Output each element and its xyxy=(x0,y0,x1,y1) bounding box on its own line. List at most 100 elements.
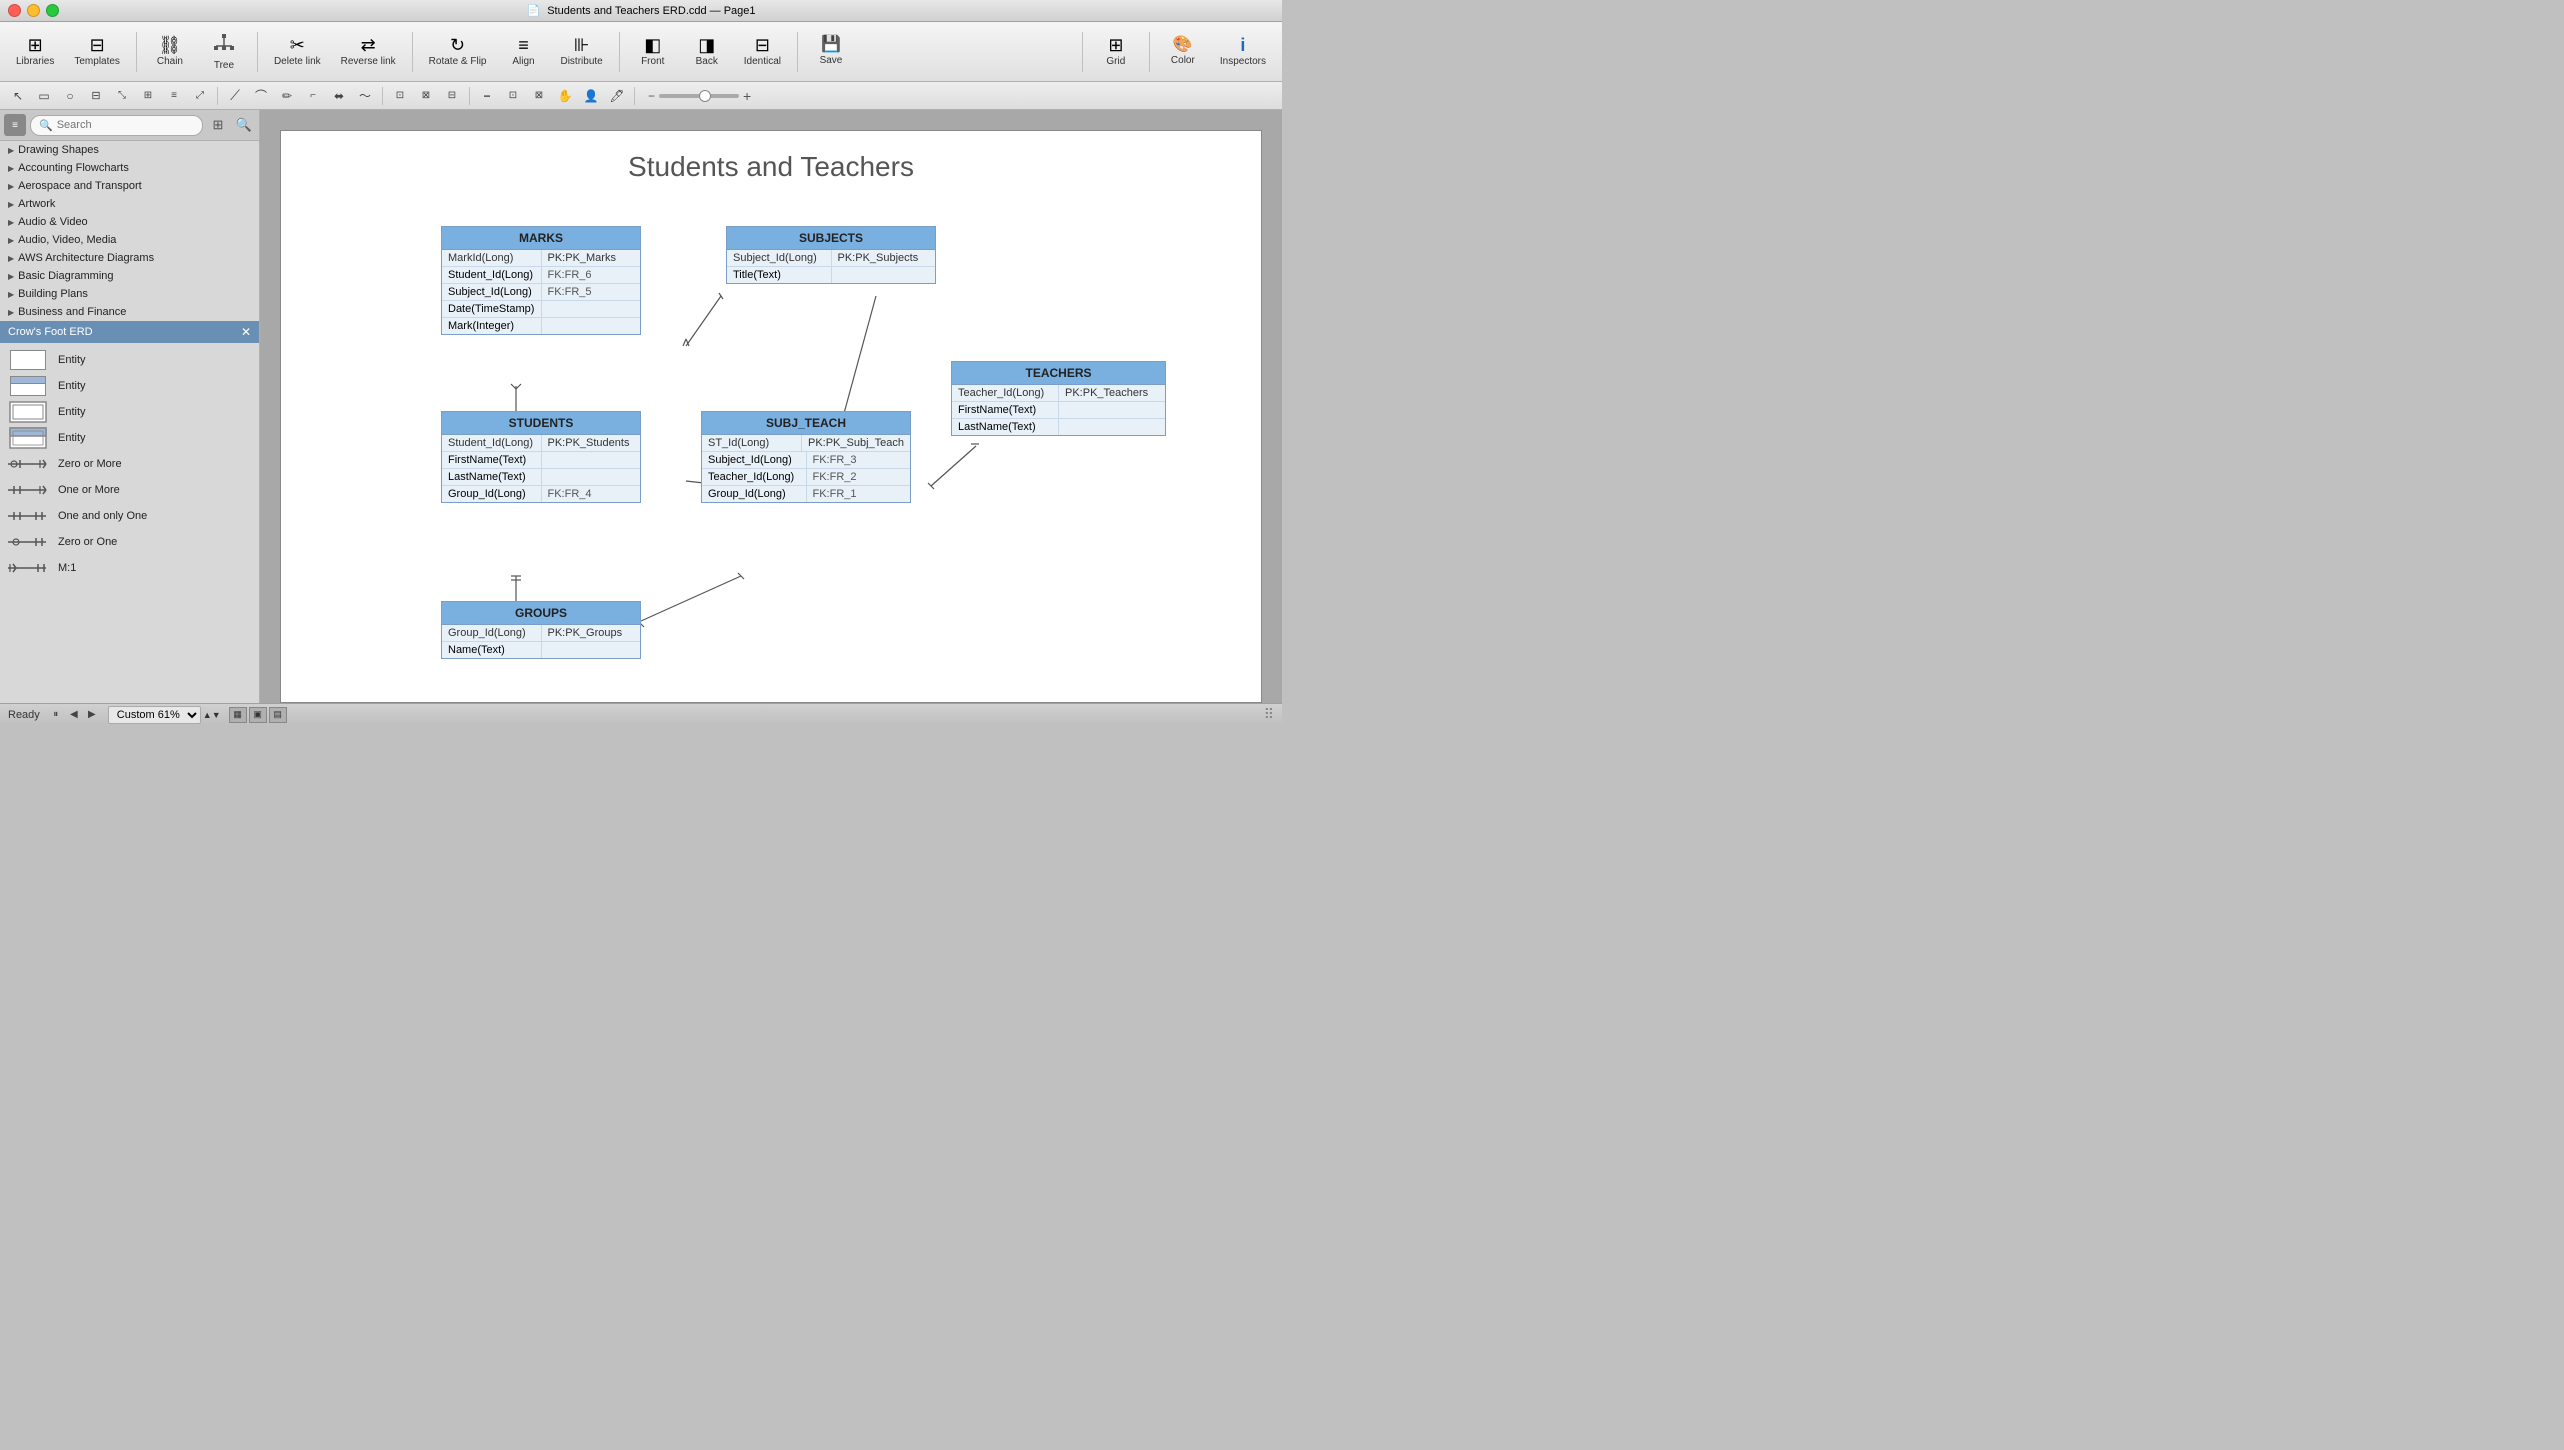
curve-tool[interactable]: ⌒ xyxy=(249,85,273,107)
table-tool[interactable]: ⊟ xyxy=(84,85,108,107)
canvas-page[interactable]: Students and Teachers xyxy=(280,130,1262,703)
delete-link-button[interactable]: ✂ Delete link xyxy=(266,32,329,71)
inspectors-button[interactable]: i Inspectors xyxy=(1212,32,1274,71)
sidebar-item-artwork[interactable]: ▶ Artwork xyxy=(0,195,259,213)
zoom-100-btn[interactable]: ⊠ xyxy=(527,85,551,107)
tool5[interactable]: ⤡ xyxy=(110,85,134,107)
sep1 xyxy=(217,87,218,105)
tree-label: Tree xyxy=(214,60,234,71)
teachers-table[interactable]: TEACHERS Teacher_Id(Long) PK:PK_Teachers… xyxy=(951,361,1166,436)
zoom-plus-icon[interactable]: + xyxy=(743,88,751,104)
identical-button[interactable]: ⊟ Identical xyxy=(736,32,789,71)
next-page-button[interactable]: ▶ xyxy=(84,707,100,723)
subj-teach-table[interactable]: SUBJ_TEACH ST_Id(Long) PK:PK_Subj_Teach … xyxy=(701,411,911,503)
grid-button[interactable]: ⊞ Grid xyxy=(1091,32,1141,71)
reverse-link-button[interactable]: ⇄ Reverse link xyxy=(333,32,404,71)
divider-6 xyxy=(1082,32,1083,72)
rect-tool[interactable]: ▭ xyxy=(32,85,56,107)
view-btn-1[interactable]: ▦ xyxy=(229,707,247,723)
expand-icon: ▶ xyxy=(8,272,14,281)
rotate-flip-button[interactable]: ↻ Rotate & Flip xyxy=(421,32,495,71)
transform-tool[interactable]: ⊡ xyxy=(388,85,412,107)
table-cell: Group_Id(Long) xyxy=(702,486,807,502)
category-label: AWS Architecture Diagrams xyxy=(18,252,154,264)
chain-button[interactable]: ⛓ Chain xyxy=(145,32,195,71)
list-item[interactable]: Entity xyxy=(0,373,259,399)
table-row: FirstName(Text) xyxy=(952,402,1165,419)
libraries-button[interactable]: ⊞ Libraries xyxy=(8,32,62,71)
distribute-button[interactable]: ⊪ Distribute xyxy=(552,32,610,71)
sidebar-item-aerospace[interactable]: ▶ Aerospace and Transport xyxy=(0,177,259,195)
select-tool[interactable]: ↖ xyxy=(6,85,30,107)
align-button[interactable]: ≡ Align xyxy=(498,32,548,71)
zoom-fit-btn[interactable]: ⊡ xyxy=(501,85,525,107)
zoom-minus-icon[interactable]: − xyxy=(648,89,655,103)
list-item[interactable]: Entity xyxy=(0,425,259,451)
sidebar-item-basic[interactable]: ▶ Basic Diagramming xyxy=(0,267,259,285)
list-item[interactable]: Entity xyxy=(0,347,259,373)
flip-tool[interactable]: ⊟ xyxy=(440,85,464,107)
wave-tool[interactable]: 〜 xyxy=(353,85,377,107)
crop-tool[interactable]: ⊠ xyxy=(414,85,438,107)
category-label: Basic Diagramming xyxy=(18,270,113,282)
groups-table[interactable]: GROUPS Group_Id(Long) PK:PK_Groups Name(… xyxy=(441,601,641,659)
minimize-button[interactable] xyxy=(27,4,40,17)
sidebar-item-audio-video-media[interactable]: ▶ Audio, Video, Media xyxy=(0,231,259,249)
oval-tool[interactable]: ○ xyxy=(58,85,82,107)
list-item[interactable]: Zero or More xyxy=(0,451,259,477)
maximize-button[interactable] xyxy=(46,4,59,17)
diagram-title: Students and Teachers xyxy=(281,131,1261,193)
sidebar-item-aws[interactable]: ▶ AWS Architecture Diagrams xyxy=(0,249,259,267)
tool6[interactable]: ⊞ xyxy=(136,85,160,107)
zoom-slider[interactable] xyxy=(659,94,739,98)
list-item[interactable]: M:1 xyxy=(0,555,259,581)
subjects-table[interactable]: SUBJECTS Subject_Id(Long) PK:PK_Subjects… xyxy=(726,226,936,284)
main-toolbar: ⊞ Libraries ⊟ Templates ⛓ Chain Tree ✂ D… xyxy=(0,22,1282,82)
person-tool[interactable]: 👤 xyxy=(579,85,603,107)
view-btn-3[interactable]: ▤ xyxy=(269,707,287,723)
list-view-button[interactable]: ≡ xyxy=(4,114,26,136)
search-button[interactable]: 🔍 xyxy=(233,114,255,136)
list-item[interactable]: One and only One xyxy=(0,503,259,529)
prev-page-button[interactable]: ◀ xyxy=(66,707,82,723)
sidebar-active-library[interactable]: Crow's Foot ERD ✕ xyxy=(0,321,259,343)
pan-tool[interactable]: ✋ xyxy=(553,85,577,107)
tool7[interactable]: ≡ xyxy=(162,85,186,107)
tree-button[interactable]: Tree xyxy=(199,28,249,75)
sidebar-item-accounting[interactable]: ▶ Accounting Flowcharts xyxy=(0,159,259,177)
list-item[interactable]: One or More xyxy=(0,477,259,503)
templates-button[interactable]: ⊟ Templates xyxy=(66,32,128,71)
tool8[interactable]: ⤢ xyxy=(188,85,212,107)
grid-label: Grid xyxy=(1106,56,1125,67)
back-button[interactable]: ◨ Back xyxy=(682,32,732,71)
students-table[interactable]: STUDENTS Student_Id(Long) PK:PK_Students… xyxy=(441,411,641,503)
color-button[interactable]: 🎨 Color xyxy=(1158,33,1208,70)
zoom-out-btn[interactable]: − xyxy=(475,85,499,107)
sidebar-item-audio-video[interactable]: ▶ Audio & Video xyxy=(0,213,259,231)
line-tool[interactable]: ⟋ xyxy=(223,85,247,107)
close-button[interactable] xyxy=(8,4,21,17)
table-cell: Date(TimeStamp) xyxy=(442,301,542,317)
category-label: Artwork xyxy=(18,198,55,210)
search-input[interactable] xyxy=(57,119,194,131)
close-library-button[interactable]: ✕ xyxy=(241,325,251,339)
edit-tool[interactable]: ✏ xyxy=(275,85,299,107)
list-item[interactable]: Zero or One xyxy=(0,529,259,555)
grid-view-button[interactable]: ⊞ xyxy=(207,114,229,136)
page-navigation: ⏸ ◀ ▶ xyxy=(48,707,100,723)
connector-tool2[interactable]: ⬌ xyxy=(327,85,351,107)
sidebar-item-building[interactable]: ▶ Building Plans xyxy=(0,285,259,303)
bend-tool[interactable]: ⌐ xyxy=(301,85,325,107)
pause-button[interactable]: ⏸ xyxy=(48,707,64,723)
list-item[interactable]: Entity xyxy=(0,399,259,425)
table-row: FirstName(Text) xyxy=(442,452,640,469)
pen-tool[interactable]: 🖊 xyxy=(605,85,629,107)
front-button[interactable]: ◧ Front xyxy=(628,32,678,71)
save-button[interactable]: 💾 Save xyxy=(806,33,856,70)
view-btn-2[interactable]: ▣ xyxy=(249,707,267,723)
zoom-select[interactable]: Custom 61% 50% 75% 100% 150% xyxy=(108,706,201,724)
table-row: MarkId(Long) PK:PK_Marks xyxy=(442,250,640,267)
sidebar-item-drawing-shapes[interactable]: ▶ Drawing Shapes xyxy=(0,141,259,159)
marks-table[interactable]: MARKS MarkId(Long) PK:PK_Marks Student_I… xyxy=(441,226,641,335)
sidebar-item-business[interactable]: ▶ Business and Finance xyxy=(0,303,259,321)
